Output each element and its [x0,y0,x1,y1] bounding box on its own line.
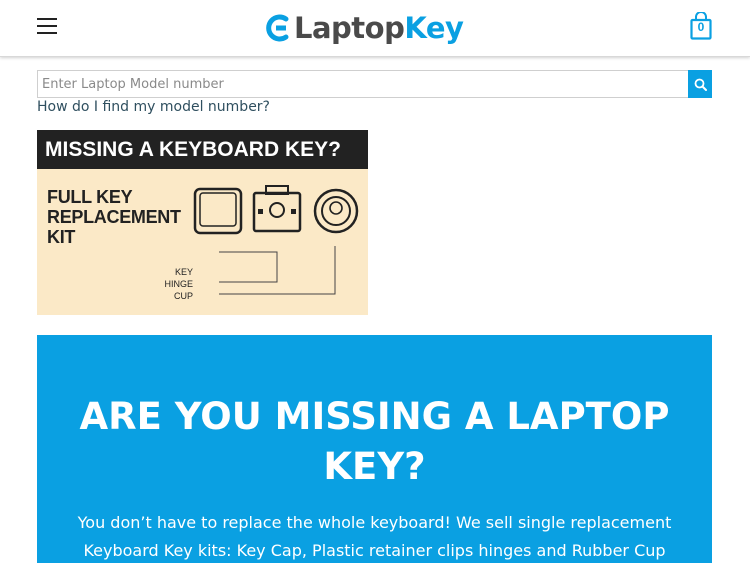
model-search [37,70,712,98]
rubber-cup-icon [313,188,359,234]
part-label: KEY [174,267,193,277]
hero-description: You don’t have to replace the whole keyb… [77,513,672,560]
part-label: CUP [173,291,193,301]
part-label: HINGE [164,279,193,289]
hero-title: ARE YOU MISSING A LAPTOP KEY? [79,395,670,488]
key-parts-illustration [193,185,359,295]
key-cap-icon [193,187,243,235]
search-icon [694,78,707,91]
model-search-input[interactable] [37,70,689,98]
banner-part-labels: KEY HINGE CUP [151,266,193,302]
logo-wordmark: LaptopKey [294,8,464,48]
logo-text-key: Key [404,11,464,45]
hero-section: ARE YOU MISSING A LAPTOP KEY? You don’t … [37,335,712,563]
hamburger-menu-icon[interactable] [37,18,57,34]
search-button[interactable] [688,70,712,98]
cart-button[interactable]: 0 [690,11,712,40]
find-model-number-link[interactable]: How do I find my model number? [37,99,270,115]
hinge-icon [252,185,302,233]
part-pointer-lines [219,246,336,295]
site-logo[interactable]: LaptopKey [265,8,464,48]
logo-text-laptop: Laptop [294,11,405,45]
keyboard-key-banner[interactable]: MISSING A KEYBOARD KEY? FULL KEY REPLACE… [37,130,368,315]
site-header: LaptopKey 0 [0,0,750,57]
cart-count: 0 [697,20,705,34]
logo-mark-icon [266,14,289,42]
